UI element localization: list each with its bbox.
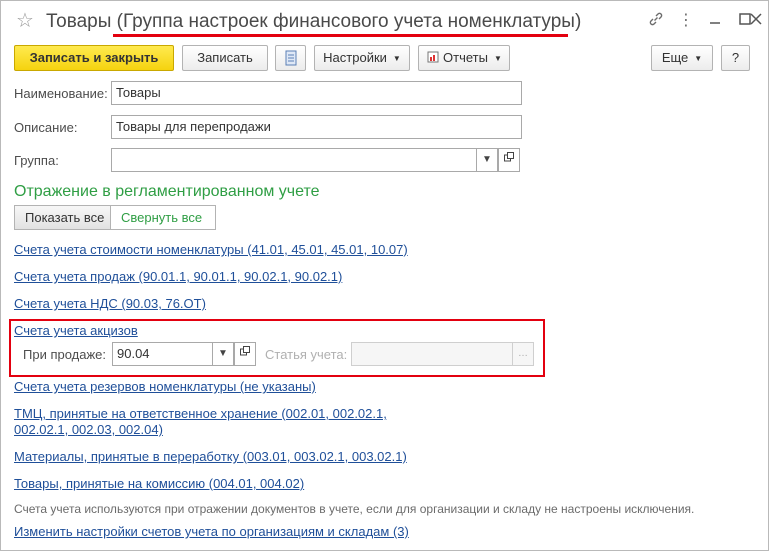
form-window: ☆ Товары (Группа настроек финансового уч… xyxy=(0,0,769,551)
help-button[interactable]: ? xyxy=(721,45,750,71)
reserve-accounts-link[interactable]: Счета учета резервов номенклатуры (не ук… xyxy=(14,378,316,395)
custody-accounts-link[interactable]: ТМЦ, принятые на ответственное хранение … xyxy=(14,405,387,422)
description-label: Описание: xyxy=(14,120,78,135)
collapse-all-button[interactable]: Свернуть все xyxy=(110,205,216,230)
cost-accounts-link[interactable]: Счета учета стоимости номенклатуры (41.0… xyxy=(14,241,408,258)
commission-accounts-link[interactable]: Товары, принятые на комиссию (004.01, 00… xyxy=(14,475,304,492)
more-label: Еще xyxy=(661,50,689,65)
window-title: Товары (Группа настроек финансового учет… xyxy=(46,11,582,32)
vat-accounts-link[interactable]: Счета учета НДС (90.03, 76.ОТ) xyxy=(14,295,206,312)
sales-accounts-link[interactable]: Счета учета продаж (90.01.1, 90.01.1, 90… xyxy=(14,268,342,285)
open-icon xyxy=(504,152,514,162)
name-label: Наименование: xyxy=(14,86,108,101)
favorite-star-icon[interactable]: ☆ xyxy=(16,9,34,33)
title-highlight-underline xyxy=(113,34,568,37)
article-label: Статья учета: xyxy=(265,347,348,362)
more-actions-icon[interactable]: ⋮ xyxy=(676,11,696,31)
close-icon[interactable] xyxy=(747,11,765,31)
group-field[interactable] xyxy=(111,148,477,172)
on-sale-field[interactable]: 90.04 xyxy=(112,342,213,366)
more-button[interactable]: Еще ▼ xyxy=(651,45,713,71)
settings-label: Настройки xyxy=(323,50,387,65)
change-settings-link[interactable]: Изменить настройки счетов учета по орган… xyxy=(14,523,409,540)
group-dropdown-button[interactable]: ▼ xyxy=(476,148,498,172)
show-all-button[interactable]: Показать все xyxy=(14,205,111,230)
chevron-down-icon: ▼ xyxy=(694,53,703,63)
excise-accounts-link[interactable]: Счета учета акцизов xyxy=(14,322,138,339)
link-icon[interactable] xyxy=(646,11,666,31)
chevron-down-icon: ▼ xyxy=(493,53,502,63)
settings-button[interactable]: Настройки ▼ xyxy=(314,45,410,71)
on-sale-label: При продаже: xyxy=(23,347,107,362)
reports-icon xyxy=(427,47,439,71)
custody-accounts-link-continued[interactable]: 002.02.1, 002.03, 002.04) xyxy=(14,421,163,438)
article-field[interactable] xyxy=(351,342,513,366)
reports-label: Отчеты xyxy=(443,50,488,65)
open-icon xyxy=(240,346,250,356)
on-sale-dropdown-button[interactable]: ▼ xyxy=(212,342,234,366)
document-list-icon xyxy=(285,50,296,66)
document-list-button[interactable] xyxy=(275,45,306,71)
name-field[interactable]: Товары xyxy=(111,81,522,105)
description-field[interactable]: Товары для перепродажи xyxy=(111,115,522,139)
accounts-note: Счета учета используются при отражении д… xyxy=(14,502,695,516)
article-select-button[interactable]: … xyxy=(512,342,534,366)
save-and-close-button[interactable]: Записать и закрыть xyxy=(14,45,174,71)
save-button[interactable]: Записать xyxy=(182,45,268,71)
reports-button[interactable]: Отчеты ▼ xyxy=(418,45,510,71)
group-label: Группа: xyxy=(14,153,59,168)
section-title: Отражение в регламентированном учете xyxy=(14,183,320,200)
processing-accounts-link[interactable]: Материалы, принятые в переработку (003.0… xyxy=(14,448,407,465)
chevron-down-icon: ▼ xyxy=(392,53,401,63)
on-sale-open-button[interactable] xyxy=(234,342,256,366)
minimize-icon[interactable] xyxy=(705,11,725,31)
group-open-button[interactable] xyxy=(498,148,520,172)
